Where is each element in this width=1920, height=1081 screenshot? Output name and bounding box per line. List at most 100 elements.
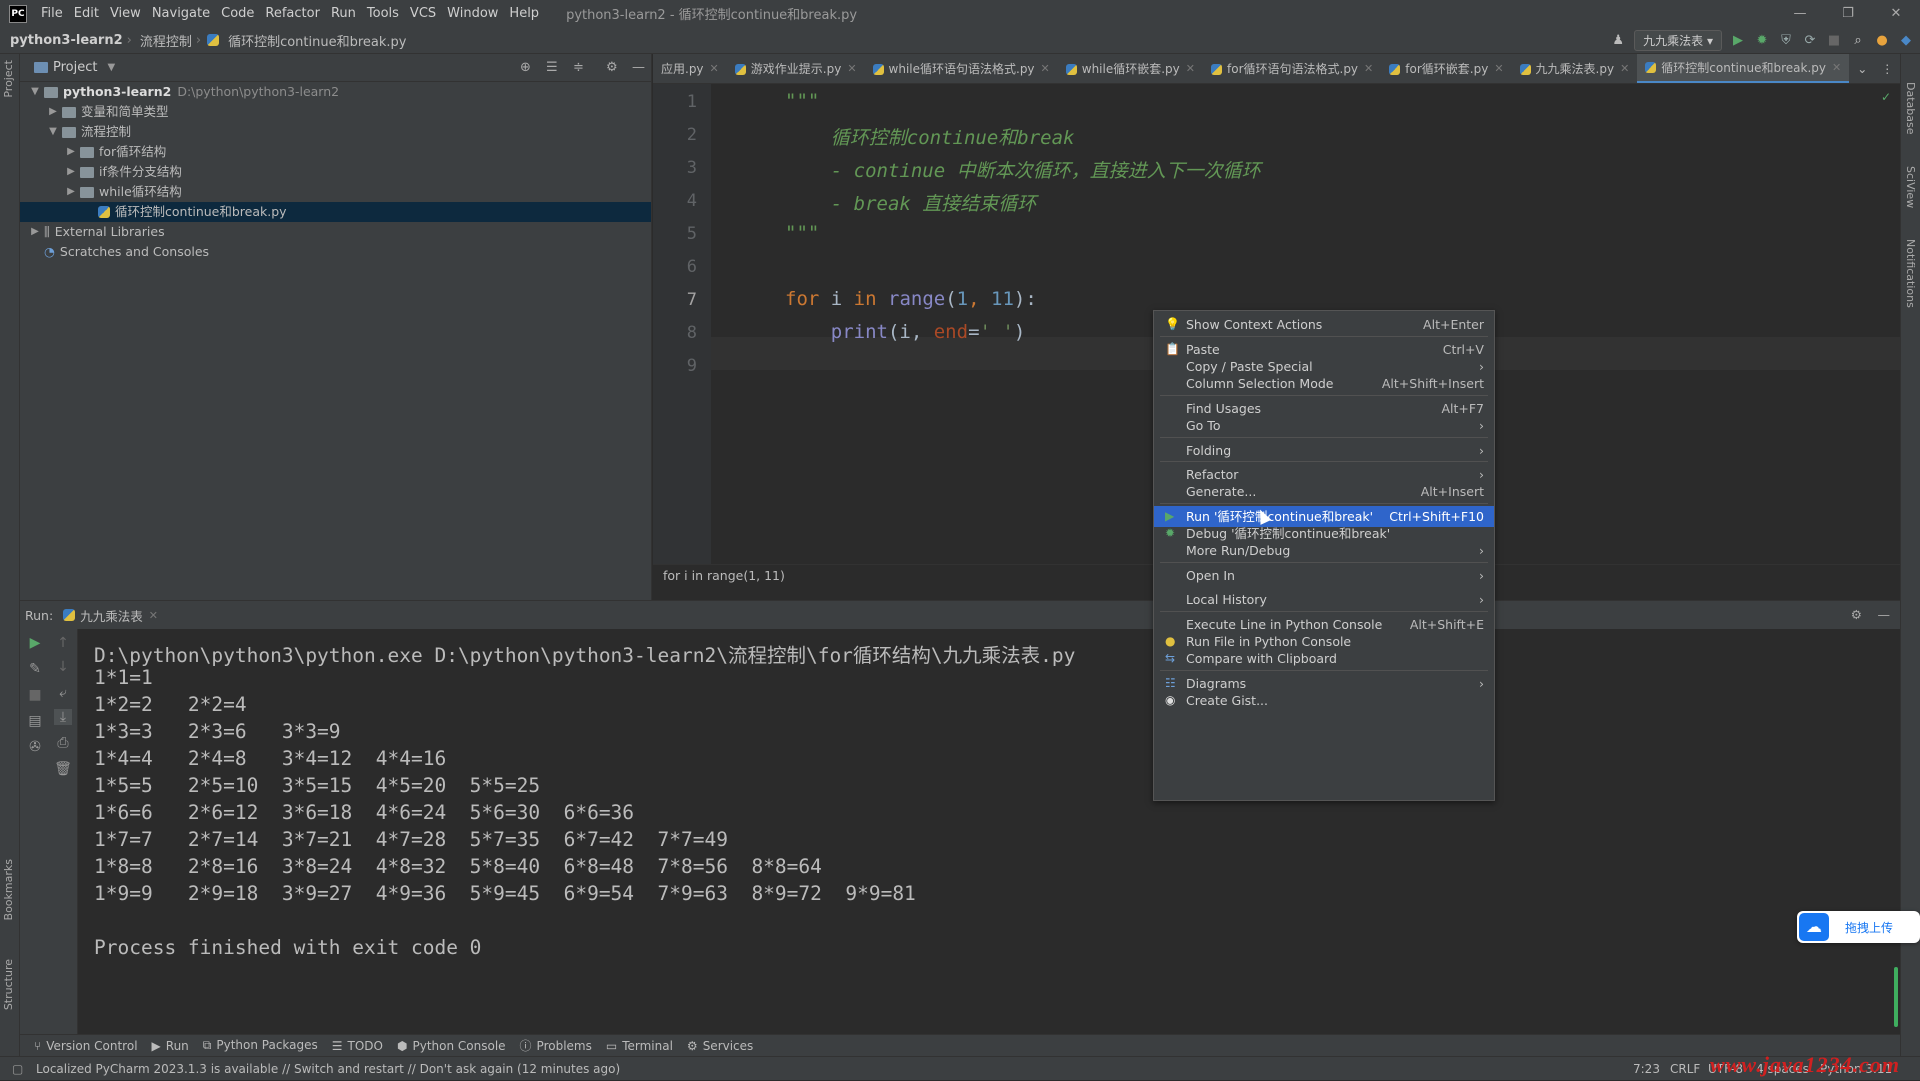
tool-window-problems[interactable]: ⓘ Problems xyxy=(520,1037,592,1054)
expand-all-icon[interactable]: ☰ xyxy=(546,60,558,75)
project-tool-button[interactable]: Project xyxy=(2,60,15,98)
menu-file[interactable]: File xyxy=(41,6,63,21)
tree-item[interactable]: ▼ 流程控制 xyxy=(20,122,651,142)
search-icon[interactable]: ⌕ xyxy=(1850,33,1866,49)
context-menu-item[interactable]: Local History › xyxy=(1154,589,1494,610)
collapse-all-icon[interactable]: ≑ xyxy=(573,60,584,75)
restore-button[interactable]: ❐ xyxy=(1824,0,1872,27)
chevron-down-icon[interactable]: ▼ xyxy=(46,122,60,142)
line-separator[interactable]: CRLF xyxy=(1670,1057,1700,1081)
close-icon[interactable]: ✕ xyxy=(1041,54,1050,83)
menu-help[interactable]: Help xyxy=(509,6,539,21)
chevron-down-icon[interactable]: ▼ xyxy=(28,82,42,102)
menu-window[interactable]: Window xyxy=(447,6,498,21)
status-message[interactable]: Localized PyCharm 2023.1.3 is available … xyxy=(36,1057,620,1081)
hide-icon[interactable]: — xyxy=(1878,607,1891,622)
menu-refactor[interactable]: Refactor xyxy=(265,6,320,21)
tool-window-services[interactable]: ⚙ Services xyxy=(687,1039,753,1053)
tree-item[interactable]: ▼ python3-learn2 D:\python\python3-learn2 xyxy=(20,82,651,102)
run-icon[interactable]: ▶ xyxy=(1730,33,1746,49)
tree-item[interactable]: ◔ Scratches and Consoles xyxy=(20,242,651,262)
close-button[interactable]: ✕ xyxy=(1872,0,1920,27)
chevron-right-icon[interactable]: ▶ xyxy=(64,142,78,162)
tool-window-terminal[interactable]: ▭ Terminal xyxy=(606,1039,673,1053)
close-icon[interactable]: ✕ xyxy=(710,54,719,83)
editor-tab[interactable]: 循环控制continue和break.py ✕ xyxy=(1637,54,1850,83)
stop-icon[interactable]: ■ xyxy=(1826,33,1842,49)
trash-icon[interactable]: 🗑 xyxy=(54,761,72,777)
tool-window-todo[interactable]: ☰ TODO xyxy=(332,1039,383,1053)
close-icon[interactable]: ✕ xyxy=(847,54,856,83)
stop-icon[interactable]: ■ xyxy=(26,687,44,703)
menu-tools[interactable]: Tools xyxy=(367,6,399,21)
context-menu-item[interactable]: More Run/Debug › xyxy=(1154,540,1494,561)
editor-tab[interactable]: 游戏作业提示.py ✕ xyxy=(727,54,865,83)
project-panel-title[interactable]: Project xyxy=(53,60,97,75)
editor-tab[interactable]: for循环嵌套.py ✕ xyxy=(1381,54,1511,83)
chevron-right-icon[interactable]: ▶ xyxy=(64,162,78,182)
context-menu-item[interactable]: Folding › xyxy=(1154,440,1494,461)
caret-position[interactable]: 7:23 xyxy=(1633,1057,1660,1081)
run-configuration-select[interactable]: 九九乘法表 ▾ xyxy=(1634,30,1722,51)
print-icon[interactable]: ⎙ xyxy=(54,735,72,751)
tree-item[interactable]: ▶ 变量和简单类型 xyxy=(20,102,651,122)
user-icon[interactable]: ♟ xyxy=(1610,33,1626,49)
layout-icon[interactable]: ▤ xyxy=(26,713,44,729)
close-icon[interactable]: ✕ xyxy=(1832,54,1841,83)
soft-wrap-icon[interactable]: ⤶ xyxy=(54,685,72,701)
bookmarks-tool-button[interactable]: Bookmarks xyxy=(2,859,15,920)
update-icon[interactable]: ● xyxy=(1874,33,1890,49)
breadcrumb-project[interactable]: python3-learn2 xyxy=(10,33,123,48)
editor-tab[interactable]: while循环嵌套.py ✕ xyxy=(1058,54,1203,83)
chevron-right-icon[interactable]: ▶ xyxy=(64,182,78,202)
close-icon[interactable]: ✕ xyxy=(1364,54,1373,83)
sciview-tool-button[interactable]: SciView xyxy=(1904,166,1917,208)
menu-view[interactable]: View xyxy=(110,6,141,21)
tree-item[interactable]: ▶ if条件分支结构 xyxy=(20,162,651,182)
run-tab[interactable]: 九九乘法表 xyxy=(80,606,143,625)
chevron-down-icon[interactable]: ▼ xyxy=(107,62,115,73)
arrow-up-icon[interactable]: ↑ xyxy=(54,635,72,651)
minimize-button[interactable]: — xyxy=(1776,0,1824,27)
chevron-right-icon[interactable]: ▶ xyxy=(46,102,60,122)
close-icon[interactable]: ✕ xyxy=(1620,54,1629,83)
tool-window-python-packages[interactable]: ⧉ Python Packages xyxy=(203,1038,318,1053)
rerun-icon[interactable]: ▶ xyxy=(26,635,44,651)
database-tool-button[interactable]: Database xyxy=(1904,82,1917,135)
tree-item[interactable]: 循环控制continue和break.py xyxy=(20,202,651,222)
menu-edit[interactable]: Edit xyxy=(74,6,99,21)
context-menu-item[interactable]: ⇆ Compare with Clipboard xyxy=(1154,648,1494,669)
close-icon[interactable]: ✕ xyxy=(149,609,158,622)
context-menu-item[interactable]: Go To › xyxy=(1154,415,1494,436)
editor-tab[interactable]: 应用.py ✕ xyxy=(653,54,727,83)
scrollbar-thumb[interactable] xyxy=(1894,967,1898,1027)
editor-tab[interactable]: 九九乘法表.py ✕ xyxy=(1512,54,1638,83)
pin-icon[interactable]: ✇ xyxy=(26,739,44,755)
context-menu-item[interactable]: ◉ Create Gist... xyxy=(1154,690,1494,711)
more-icon[interactable]: ⋮ xyxy=(1881,54,1893,83)
editor-tab[interactable]: for循环语句语法格式.py ✕ xyxy=(1203,54,1381,83)
tool-window-python-console[interactable]: ⬢ Python Console xyxy=(397,1039,506,1053)
gear-icon[interactable]: ⚙ xyxy=(606,60,618,75)
notifications-tool-button[interactable]: Notifications xyxy=(1904,239,1917,308)
breadcrumb-folder[interactable]: 流程控制 xyxy=(140,31,192,50)
coverage-icon[interactable]: ⛨ xyxy=(1778,33,1794,49)
jetbrains-icon[interactable]: ◆ xyxy=(1898,33,1914,49)
status-layout-icon[interactable]: ▢ xyxy=(12,1057,23,1081)
menu-run[interactable]: Run xyxy=(331,6,356,21)
context-menu-item[interactable]: Column Selection Mode Alt+Shift+Insert xyxy=(1154,373,1494,394)
debug-icon[interactable]: ✹ xyxy=(1754,33,1770,49)
menu-code[interactable]: Code xyxy=(221,6,254,21)
tree-item[interactable]: ▶ while循环结构 xyxy=(20,182,651,202)
upload-widget[interactable]: ☁ 拖拽上传 xyxy=(1797,911,1920,943)
close-icon[interactable]: ✕ xyxy=(1186,54,1195,83)
wrench-icon[interactable]: ✎ xyxy=(26,661,44,677)
menu-navigate[interactable]: Navigate xyxy=(152,6,210,21)
editor-tab[interactable]: while循环语句语法格式.py ✕ xyxy=(865,54,1058,83)
profile-icon[interactable]: ⟳ xyxy=(1802,33,1818,49)
tool-window-run[interactable]: ▶ Run xyxy=(152,1039,189,1053)
context-menu-item[interactable]: 💡 Show Context Actions Alt+Enter xyxy=(1154,314,1494,335)
tree-item[interactable]: ▶ ⫼ External Libraries xyxy=(20,222,651,242)
context-menu-item[interactable]: Open In › xyxy=(1154,565,1494,586)
close-icon[interactable]: ✕ xyxy=(1494,54,1503,83)
